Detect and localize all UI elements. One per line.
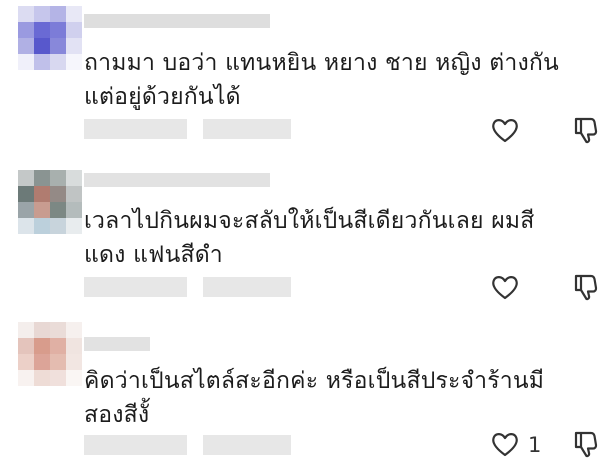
thumbs-down-outline-icon[interactable] [573,430,599,458]
comment-text: คิดว่าเป็นสไตล์สะอีกค่ะ หรือเป็นสีประจำร… [84,364,584,432]
comment-text-line: แดง แฟนสีดำ [84,242,223,268]
comment-text: เวลาไปกินผมจะสลับให้เป็นสีเดียวกันเลย ผม… [84,204,584,272]
comment-text-line: คิดว่าเป็นสไตล์สะอีกค่ะ หรือเป็นสีประจำร… [84,368,545,394]
avatar-pixel [18,54,34,70]
avatar-pixel [18,322,34,338]
avatar-pixel [50,354,66,370]
avatar[interactable] [18,6,82,70]
comment-text-line: เวลาไปกินผมจะสลับให้เป็นสีเดียวกันเลย ผม… [84,208,535,234]
avatar-pixel [66,38,82,54]
comment-text-line: แต่อยู่ด้วยกันได้ [84,84,241,110]
thumbs-down-outline-icon[interactable] [573,273,599,301]
avatar-pixel [34,22,50,38]
avatar-pixel [34,202,50,218]
comment-item: เวลาไปกินผมจะสลับให้เป็นสีเดียวกันเลย ผม… [0,170,600,305]
heart-outline-icon[interactable] [490,116,520,144]
avatar-pixel [50,202,66,218]
commenter-name-blurred[interactable] [84,337,150,351]
avatar-pixel [18,202,34,218]
avatar-pixel [18,354,34,370]
avatar-pixel [18,22,34,38]
avatar-pixel [66,322,82,338]
avatar-pixel [66,354,82,370]
avatar-pixel [66,186,82,202]
heart-outline-icon[interactable] [490,273,520,301]
avatar-pixel [34,6,50,22]
avatar-pixel [66,22,82,38]
avatar-pixel [50,22,66,38]
avatar-pixel [66,370,82,386]
comment-text-line: ถามมา บอว่า แทนหยิน หยาง ชาย หญิง ต่างกั… [84,50,559,76]
comment-meta-blurred [84,277,294,297]
avatar-pixel [50,54,66,70]
avatar[interactable] [18,170,82,234]
comment-actions [440,116,600,146]
comment-actions [440,273,600,303]
blurred-name-block [84,173,270,187]
avatar-pixel [18,6,34,22]
avatar-pixel [34,338,50,354]
avatar-pixel [34,186,50,202]
comment-meta-blurred [84,119,294,139]
thumbs-down-outline-icon[interactable] [573,116,599,144]
blurred-reply-block[interactable] [203,435,291,455]
avatar-pixel [50,6,66,22]
avatar-pixel [66,202,82,218]
avatar-pixel [50,322,66,338]
avatar-pixel [18,370,34,386]
avatar-pixel [34,354,50,370]
avatar-pixel [50,338,66,354]
avatar-pixel [66,170,82,186]
comment-text: ถามมา บอว่า แทนหยิน หยาง ชาย หญิง ต่างกั… [84,46,584,114]
avatar-pixel [18,338,34,354]
heart-outline-icon[interactable] [490,430,520,458]
avatar-pixel [50,170,66,186]
blurred-reply-block[interactable] [203,277,291,297]
avatar-pixel [66,218,82,234]
avatar-pixel [50,370,66,386]
avatar-pixel [50,186,66,202]
avatar-pixel [66,338,82,354]
avatar-pixel [34,370,50,386]
avatar-pixel [18,38,34,54]
comment-meta-blurred [84,435,294,455]
avatar-pixel [34,218,50,234]
avatar-pixel [50,218,66,234]
blurred-timestamp-block [84,119,187,139]
commenter-name-blurred[interactable] [84,173,270,187]
blurred-timestamp-block [84,435,187,455]
avatar-pixel [18,186,34,202]
comment-item: ถามมา บอว่า แทนหยิน หยาง ชาย หญิง ต่างกั… [0,6,600,146]
like-count: 1 [528,433,542,457]
avatar-pixel [18,170,34,186]
avatar-pixel [34,54,50,70]
avatar-pixel [66,54,82,70]
comment-actions: 1 [440,430,600,460]
avatar-pixel [34,322,50,338]
avatar-pixel [50,38,66,54]
comment-text-line: สองสีงั้ [84,402,150,428]
avatar[interactable] [18,322,82,386]
avatar-pixel [66,6,82,22]
blurred-name-block [84,337,150,351]
comment-item: คิดว่าเป็นสไตล์สะอีกค่ะ หรือเป็นสีประจำร… [0,322,600,462]
commenter-name-blurred[interactable] [84,14,270,28]
blurred-timestamp-block [84,277,187,297]
avatar-pixel [34,170,50,186]
blurred-name-block [84,14,270,28]
avatar-pixel [18,218,34,234]
avatar-pixel [34,38,50,54]
blurred-reply-block[interactable] [203,119,291,139]
